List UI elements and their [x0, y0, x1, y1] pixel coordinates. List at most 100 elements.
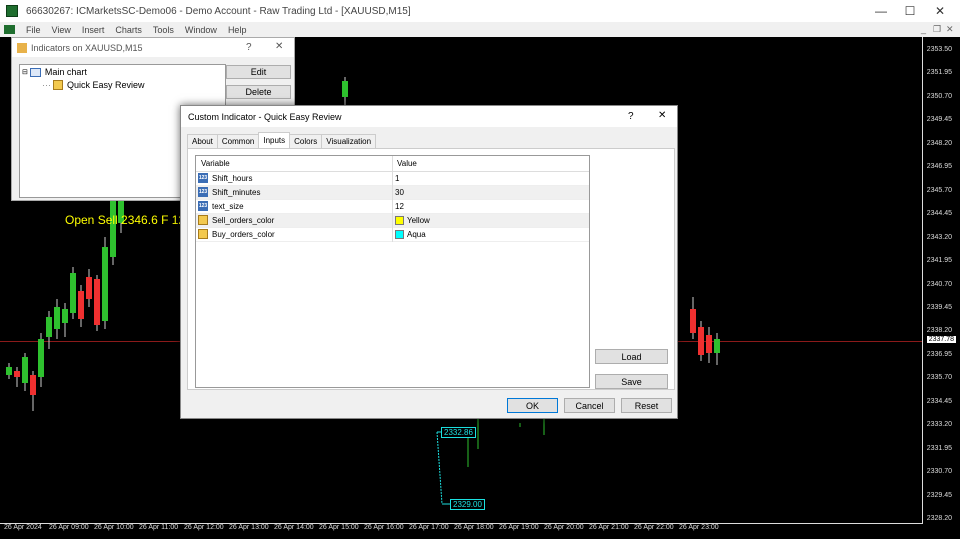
ok-button[interactable]: OK	[507, 398, 558, 413]
input-name: Shift_minutes	[212, 187, 261, 197]
help-button[interactable]: ?	[246, 42, 252, 53]
time-tick-label: 26 Apr 16:00	[364, 524, 404, 531]
time-tick-label: 26 Apr 23:00	[679, 524, 719, 531]
child-close-button[interactable]: ✕	[946, 24, 954, 35]
inputs-panel: Variable Value 123 Shift_hours 1 123 Shift…	[187, 148, 675, 390]
candle-body	[62, 309, 68, 323]
price-tick-label: 2350.70	[926, 92, 952, 100]
price-tick-label: 2343.20	[926, 233, 952, 241]
child-restore-button[interactable]: ❐	[933, 24, 941, 35]
chart-window-icon[interactable]	[4, 25, 15, 34]
time-tick-label: 26 Apr 21:00	[589, 524, 629, 531]
edit-button[interactable]: Edit	[226, 65, 291, 79]
price-tick-label: 2336.95	[926, 350, 952, 358]
tree-label-indicator: Quick Easy Review	[67, 80, 145, 90]
inputs-grid: Variable Value 123 Shift_hours 1 123 Shift…	[195, 155, 590, 388]
column-variable[interactable]: Variable	[201, 159, 230, 168]
time-tick-label: 26 Apr 18:00	[454, 524, 494, 531]
input-value[interactable]: 30	[395, 188, 404, 197]
window-title: 66630267: ICMarketsSC-Demo06 - Demo Acco…	[26, 5, 411, 17]
tab-inputs[interactable]: Inputs	[258, 132, 291, 148]
menu-window[interactable]: Window	[185, 25, 217, 35]
price-tick-label: 2330.70	[926, 468, 952, 476]
candle-body	[86, 277, 92, 299]
price-tick-label: 2341.95	[926, 257, 952, 265]
candle-body	[6, 367, 12, 375]
menu-tools[interactable]: Tools	[153, 25, 174, 35]
dialog-close-button[interactable]: ✕	[658, 110, 666, 121]
tab-colors[interactable]: Colors	[289, 134, 323, 148]
color-param-icon	[198, 215, 208, 225]
load-button[interactable]: Load	[595, 349, 668, 364]
delete-button[interactable]: Delete	[226, 85, 291, 99]
fib-low-label: 2329.00	[450, 499, 485, 510]
app-logo-icon	[6, 5, 18, 17]
indicators-close-button[interactable]: ✕	[275, 41, 283, 52]
chart-folder-icon	[29, 67, 41, 77]
reset-button[interactable]: Reset	[621, 398, 672, 413]
price-tick-label: 2338.20	[926, 327, 952, 335]
candle-body	[30, 375, 36, 395]
time-tick-label: 26 Apr 2024	[4, 524, 42, 531]
input-value[interactable]: Yellow	[407, 216, 430, 225]
number-param-icon: 123	[198, 201, 208, 211]
menu-bar: File View Insert Charts Tools Window Hel…	[0, 22, 960, 37]
close-button[interactable]: ✕	[923, 0, 957, 22]
tab-common[interactable]: Common	[216, 134, 260, 148]
candle-body	[690, 309, 696, 333]
tab-visualization[interactable]: Visualization	[321, 134, 377, 148]
time-tick-label: 26 Apr 13:00	[229, 524, 269, 531]
price-tick-label: 2349.45	[926, 116, 952, 124]
input-value[interactable]: 1	[395, 174, 399, 183]
title-bar: 66630267: ICMarketsSC-Demo06 - Demo Acco…	[0, 0, 960, 22]
candle-body	[342, 81, 348, 97]
dialog-tabs: About Common Inputs Colors Visualization	[187, 132, 377, 148]
candle-body	[70, 273, 76, 313]
menu-charts[interactable]: Charts	[115, 25, 142, 35]
collapse-icon[interactable]: ⊟	[22, 68, 28, 76]
candle-body	[38, 339, 44, 377]
aqua-swatch[interactable]	[395, 230, 404, 239]
column-separator	[392, 156, 393, 242]
input-value[interactable]: 12	[395, 202, 404, 211]
time-tick-label: 26 Apr 09:00	[49, 524, 89, 531]
tree-branch-line: ···	[42, 80, 51, 90]
tab-about[interactable]: About	[187, 134, 218, 148]
tree-item-quick-easy-review[interactable]: ··· Quick Easy Review	[42, 80, 145, 90]
price-tick-label: 2351.95	[926, 69, 952, 77]
menu-insert[interactable]: Insert	[82, 25, 105, 35]
price-tick-label: 2344.45	[926, 210, 952, 218]
indicators-window-title: Indicators on XAUUSD,M15	[31, 42, 143, 53]
indicator-icon	[53, 80, 63, 90]
candle-body	[78, 291, 84, 319]
maximize-button[interactable]: ☐	[893, 0, 927, 22]
menu-file[interactable]: File	[26, 25, 41, 35]
price-tick-label: 2345.70	[926, 186, 952, 194]
price-tick-label: 2328.20	[926, 515, 952, 522]
fibonacci-lines	[436, 431, 450, 505]
column-value[interactable]: Value	[397, 159, 417, 168]
tree-item-main-chart[interactable]: ⊟ Main chart	[22, 67, 87, 77]
price-tick-label: 2331.95	[926, 444, 952, 452]
child-minimize-button[interactable]: _	[921, 24, 926, 34]
price-tick-label: 2334.45	[926, 397, 952, 405]
candle-body	[14, 371, 20, 377]
save-button[interactable]: Save	[595, 374, 668, 389]
current-price-tag: 2337.78	[926, 336, 956, 343]
indicators-window-icon	[17, 42, 27, 53]
time-tick-label: 26 Apr 19:00	[499, 524, 539, 531]
candle-body	[94, 279, 100, 325]
price-tick-label: 2339.45	[926, 303, 952, 311]
menu-view[interactable]: View	[52, 25, 71, 35]
candle-body	[22, 357, 28, 383]
input-name: Buy_orders_color	[212, 229, 275, 239]
open-sell-label: Open Sell 2346.6 F 12:	[65, 213, 189, 227]
input-value[interactable]: Aqua	[407, 230, 426, 239]
dialog-title-bar: Custom Indicator - Quick Easy Review ? ✕	[181, 106, 677, 127]
yellow-swatch[interactable]	[395, 216, 404, 225]
candle-body	[46, 317, 52, 337]
dialog-help-button[interactable]: ?	[628, 111, 634, 122]
menu-help[interactable]: Help	[228, 25, 247, 35]
cancel-button[interactable]: Cancel	[564, 398, 615, 413]
price-tick-label: 2335.70	[926, 374, 952, 382]
